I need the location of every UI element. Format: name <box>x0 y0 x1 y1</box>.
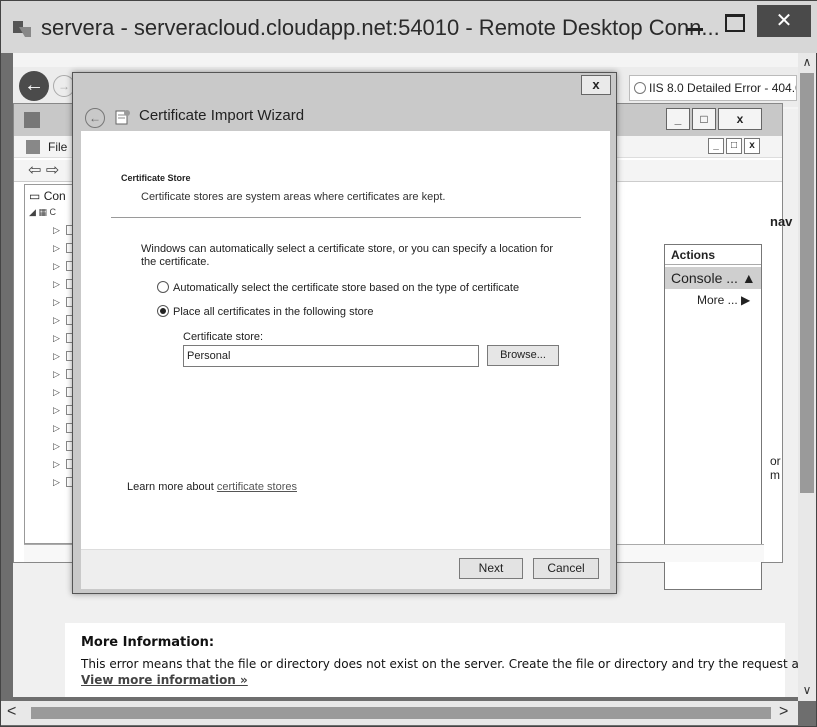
tree-row[interactable]: ▷ <box>53 333 73 344</box>
radio-auto-label: Automatically select the certificate sto… <box>173 282 520 294</box>
browser-back-button[interactable]: ← <box>19 71 49 101</box>
learn-more-text: Learn more about certificate stores <box>127 481 297 493</box>
console-root-icon: ▭ <box>29 189 41 203</box>
tree-row[interactable]: ▷ <box>53 261 73 272</box>
radio-place-all[interactable]: Place all certificates in the following … <box>157 305 374 318</box>
mmc-close-button[interactable]: x <box>718 108 762 130</box>
more-info-title: More Information: <box>81 635 215 650</box>
tree-row[interactable]: ▷ <box>53 243 73 254</box>
remote-desktop-window: servera - serveracloud.cloudapp.net:5401… <box>0 0 817 727</box>
section-subtitle: Certificate stores are system areas wher… <box>141 191 446 203</box>
scroll-left-icon[interactable]: < <box>7 703 16 721</box>
scroll-right-icon[interactable]: > <box>779 703 788 721</box>
certificate-icon <box>115 110 130 125</box>
section-heading: Certificate Store <box>121 173 191 183</box>
browser-tab-title: IIS 8.0 Detailed Error - 404.0 <box>649 81 797 95</box>
actions-header: Actions <box>665 245 761 265</box>
remote-desktop-icon <box>13 21 31 37</box>
divider <box>111 217 581 218</box>
mmc-inner-minimize-button[interactable]: _ <box>708 138 724 154</box>
background-text-fragment: or m <box>770 454 781 482</box>
mmc-inner-close-button[interactable]: x <box>744 138 760 154</box>
next-button[interactable]: Next <box>459 558 523 579</box>
tree-row[interactable]: ▷ <box>53 225 73 236</box>
rdp-window-title: servera - serveracloud.cloudapp.net:5401… <box>41 15 720 40</box>
arrow-left-icon: ← <box>24 74 44 96</box>
console-icon <box>26 140 40 154</box>
background-text-fragment: nav <box>770 214 793 229</box>
mmc-tree-pane[interactable]: ▭ Con ◢ ▦ C ▷ ▷ ▷ ▷ ▷ ▷ ▷ ▷ ▷ ▷ ▷ ▷ ▷ ▷ … <box>24 184 74 544</box>
tree-row[interactable]: ▷ <box>53 423 73 434</box>
actions-more-item[interactable]: More ... ▶ <box>697 293 750 307</box>
caret-up-icon: ▲ <box>741 270 756 286</box>
cancel-button[interactable]: Cancel <box>533 558 599 579</box>
horizontal-scrollbar[interactable]: < > <box>1 701 798 725</box>
certificate-store-label: Certificate store: <box>183 331 264 343</box>
horizontal-scroll-thumb[interactable] <box>31 707 771 719</box>
arrow-left-icon: ← <box>89 111 101 125</box>
tree-expanded-item[interactable]: ◢ ▦ C <box>29 207 56 218</box>
tree-row[interactable]: ▷ <box>53 369 73 380</box>
ie-page-icon <box>634 82 646 94</box>
mmc-minimize-button[interactable]: _ <box>666 108 690 130</box>
tree-row[interactable]: ▷ <box>53 459 73 470</box>
collapse-arrow-icon: ◢ <box>29 207 36 217</box>
view-more-info-link[interactable]: View more information » <box>81 673 248 687</box>
actions-console-item[interactable]: Console ... ▲ <box>665 267 761 289</box>
tree-root-item[interactable]: ▭ Con <box>29 189 66 203</box>
more-information-panel: More Information: This error means that … <box>65 623 798 697</box>
radio-place-button[interactable] <box>157 305 169 317</box>
radio-auto-select[interactable]: Automatically select the certificate sto… <box>157 281 519 294</box>
maximize-button[interactable] <box>719 9 749 39</box>
radio-place-label: Place all certificates in the following … <box>173 306 374 318</box>
tree-row[interactable]: ▷ <box>53 441 73 452</box>
intro-text: Windows can automatically select a certi… <box>141 243 554 268</box>
wizard-body: Certificate Store Certificate stores are… <box>81 131 610 549</box>
wizard-back-button[interactable]: ← <box>85 108 105 128</box>
tree-expanded-label: C <box>49 207 56 217</box>
tree-row[interactable]: ▷ <box>53 387 73 398</box>
wizard-footer: Next Cancel <box>81 549 610 589</box>
certificate-store-field[interactable] <box>183 345 479 367</box>
minimize-button[interactable] <box>681 9 711 39</box>
tree-row[interactable]: ▷ <box>53 351 73 362</box>
browse-button[interactable]: Browse... <box>487 345 559 366</box>
actions-pane: Actions Console ... ▲ More ... ▶ <box>664 244 762 590</box>
mmc-inner-restore-button[interactable]: □ <box>726 138 742 154</box>
wizard-title: Certificate Import Wizard <box>139 107 305 124</box>
radio-auto-button[interactable] <box>157 281 169 293</box>
rdp-title-bar: servera - serveracloud.cloudapp.net:5401… <box>1 1 817 53</box>
scroll-down-icon[interactable]: ∨ <box>798 681 816 699</box>
close-button[interactable]: ✕ <box>757 5 811 37</box>
menu-file[interactable]: File <box>48 140 67 154</box>
arrow-right-icon: → <box>58 79 70 93</box>
learn-more-prefix: Learn more about <box>127 481 217 493</box>
tree-row[interactable]: ▷ <box>53 315 73 326</box>
tree-row[interactable]: ▷ <box>53 297 73 308</box>
more-info-text: This error means that the file or direct… <box>81 657 798 671</box>
tree-root-label: Con <box>43 189 66 203</box>
tree-row[interactable]: ▷ <box>53 405 73 416</box>
actions-console-label: Console ... <box>671 270 738 286</box>
toolbar-back-icon[interactable]: ⇦ <box>28 162 41 179</box>
vertical-scrollbar[interactable]: ∧ ∨ <box>798 53 816 701</box>
browser-tab[interactable]: IIS 8.0 Detailed Error - 404.0 <box>629 75 797 101</box>
certificate-stores-link[interactable]: certificate stores <box>217 481 297 493</box>
mmc-app-icon <box>24 112 40 128</box>
mmc-maximize-button[interactable]: □ <box>692 108 716 130</box>
actions-more-label: More ... <box>697 293 738 307</box>
vertical-scroll-thumb[interactable] <box>800 73 814 493</box>
certificate-import-wizard-dialog: x ← Certificate Import Wizard Certificat… <box>72 72 617 594</box>
tree-row[interactable]: ▷ <box>53 279 73 290</box>
toolbar-forward-icon[interactable]: ⇨ <box>46 162 59 179</box>
wizard-close-button[interactable]: x <box>581 75 611 95</box>
caret-right-icon: ▶ <box>741 293 751 307</box>
tree-row[interactable]: ▷ <box>53 477 73 488</box>
certificates-folder-icon: ▦ <box>38 207 47 217</box>
scroll-up-icon[interactable]: ∧ <box>798 53 816 71</box>
